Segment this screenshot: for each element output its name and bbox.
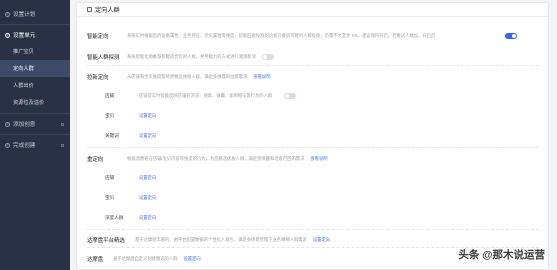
- step-label: 设置计划: [13, 12, 36, 18]
- dmp-select-link[interactable]: 设置定向: [313, 237, 330, 243]
- interest-shop-desc: 店铺及实时智能反映店铺有浏览、搜索、收藏、加购物车等行为的人群: [139, 93, 273, 98]
- divider: [87, 65, 539, 66]
- sidebar: 1 设置计划 2 设置单元 推广宝贝 定向人群 人群出价 资源位及溢价 3 添加…: [0, 0, 70, 270]
- smart-target-toggle[interactable]: [505, 33, 517, 39]
- retarget-deep-row: 深度人群 设置定向: [105, 215, 156, 221]
- sidebar-item-crowd-bid[interactable]: 人群出价: [0, 77, 70, 94]
- panel-title: 定向人群: [95, 7, 120, 14]
- sidebar-item-promote-baby[interactable]: 推广宝贝: [0, 43, 70, 60]
- interest-shop-toggle[interactable]: [284, 93, 297, 99]
- step-label: 完成创建: [13, 143, 36, 149]
- step-label: 设置单元: [13, 33, 36, 39]
- retarget-shop-row: 店铺 设置定向: [105, 175, 156, 181]
- lock-icon: [61, 143, 64, 147]
- retarget-deep-label: 深度人群: [105, 215, 124, 220]
- interest-baby-row: 宝贝 设置定向: [105, 113, 156, 119]
- interest-baby-link[interactable]: 设置定向: [139, 113, 156, 119]
- dmp-row: 达摩盘 基于达摩盘自定义创建圈选的人群 设置定向: [87, 255, 201, 263]
- step-number: 1: [5, 11, 10, 17]
- sidebar-item-target-crowd[interactable]: 定向人群: [0, 60, 70, 77]
- interest-label: 拉新定向: [87, 75, 109, 81]
- lock-icon: [61, 122, 64, 126]
- interest-desc: 从店铺和宝贝维度帮将更精品维推人群，满足多维度的拉新需求: [127, 74, 248, 79]
- retarget-baby-row: 宝贝 设置定向: [105, 195, 156, 201]
- divider: [87, 229, 539, 230]
- interest-keyword-row: 关键词 设置定向: [105, 133, 156, 139]
- retarget-desc: 根据消费者在店铺/宝贝内容等维度的行为，为您精选优质人群，满足您唤醒和老客召回的…: [127, 156, 305, 161]
- retarget-baby-link[interactable]: 设置定向: [139, 195, 156, 201]
- interest-keyword-link[interactable]: 设置定向: [139, 133, 156, 139]
- crowd-icon: [87, 7, 92, 12]
- step-label: 添加创意: [13, 122, 36, 128]
- smart-target-label: 智能定向: [87, 34, 109, 40]
- step-set-plan[interactable]: 1 设置计划: [0, 6, 70, 22]
- interest-shop-label: 店铺: [105, 93, 115, 98]
- dmp-desc: 基于达摩盘自定义创建圈选的人群: [113, 256, 178, 261]
- divider: [0, 24, 70, 25]
- dmp-select-label: 达摩盘平台精选: [87, 238, 125, 244]
- interest-row: 拉新定向 从店铺和宝贝维度帮将更精品维推人群，满足多维度的拉新需求 查看说明: [87, 73, 271, 81]
- panel-header: 定向人群: [77, 3, 548, 17]
- smart-detect-desc: 系统智能化地推荐可能适合您的人群，并用能力的方式进行测测新领: [127, 54, 256, 59]
- retarget-baby-label: 宝贝: [105, 195, 115, 200]
- dmp-link[interactable]: 设置定向: [183, 256, 200, 262]
- step-number: 3: [5, 121, 10, 127]
- smart-detect-toggle[interactable]: [261, 54, 274, 60]
- retarget-deep-link[interactable]: 设置定向: [139, 215, 156, 221]
- smart-target-row: 智能定向 系统实时根据您的设备属性、业务特征、宝贝属性等维度，智能匹配投放的访客…: [87, 32, 517, 40]
- dmp-label: 达摩盘: [87, 257, 104, 263]
- retarget-shop-link[interactable]: 设置定向: [139, 175, 156, 181]
- smart-detect-label: 智能人群探测: [87, 55, 120, 61]
- watermark-text: 头条 @那木说运营: [458, 249, 545, 261]
- step-add-creative[interactable]: 3 添加创意: [0, 116, 70, 132]
- step-complete[interactable]: 4 完成创建: [0, 137, 70, 153]
- smart-target-desc: 系统实时根据您的设备属性、业务特征、宝贝属性等维度，智能匹配投放的访客只要您可能…: [127, 33, 436, 38]
- divider: [87, 147, 539, 148]
- divider: [0, 134, 70, 135]
- sidebar-item-resource-premium[interactable]: 资源位及溢价: [0, 94, 70, 111]
- interest-baby-label: 宝贝: [105, 113, 115, 118]
- retarget-shop-label: 店铺: [105, 175, 115, 180]
- step-number: 2: [5, 32, 10, 38]
- dmp-select-desc: 基于达摩盘丰富的、由平台配置数据的个性化人群包，满足多场景营销下业务精细人群需求: [135, 237, 307, 242]
- retarget-row: 重定向 根据消费者在店铺/宝贝内容等维度的行为，为您精选优质人群，满足您唤醒和老…: [87, 155, 328, 163]
- smart-detect-row: 智能人群探测 系统智能化地推荐可能适合您的人群，并用能力的方式进行测测新领: [87, 53, 274, 61]
- target-crowd-panel: 定向人群 智能定向 系统实时根据您的设备属性、业务特征、宝贝属性等维度，智能匹配…: [76, 2, 549, 270]
- interest-keyword-label: 关键词: [105, 133, 119, 138]
- divider: [0, 113, 70, 114]
- retarget-help-link[interactable]: 查看说明: [310, 156, 327, 162]
- main-content: 定向人群 智能定向 系统实时根据您的设备属性、业务特征、宝贝属性等维度，智能匹配…: [70, 0, 557, 270]
- step-set-unit[interactable]: 2 设置单元: [0, 27, 70, 43]
- interest-help-link[interactable]: 查看说明: [253, 74, 270, 80]
- retarget-label: 重定向: [87, 157, 104, 163]
- step-number: 4: [5, 142, 10, 148]
- dmp-select-row: 达摩盘平台精选 基于达摩盘丰富的、由平台配置数据的个性化人群包，满足多场景营销下…: [87, 236, 330, 244]
- interest-shop-row: 店铺 店铺及实时智能反映店铺有浏览、搜索、收藏、加购物车等行为的人群: [105, 93, 297, 99]
